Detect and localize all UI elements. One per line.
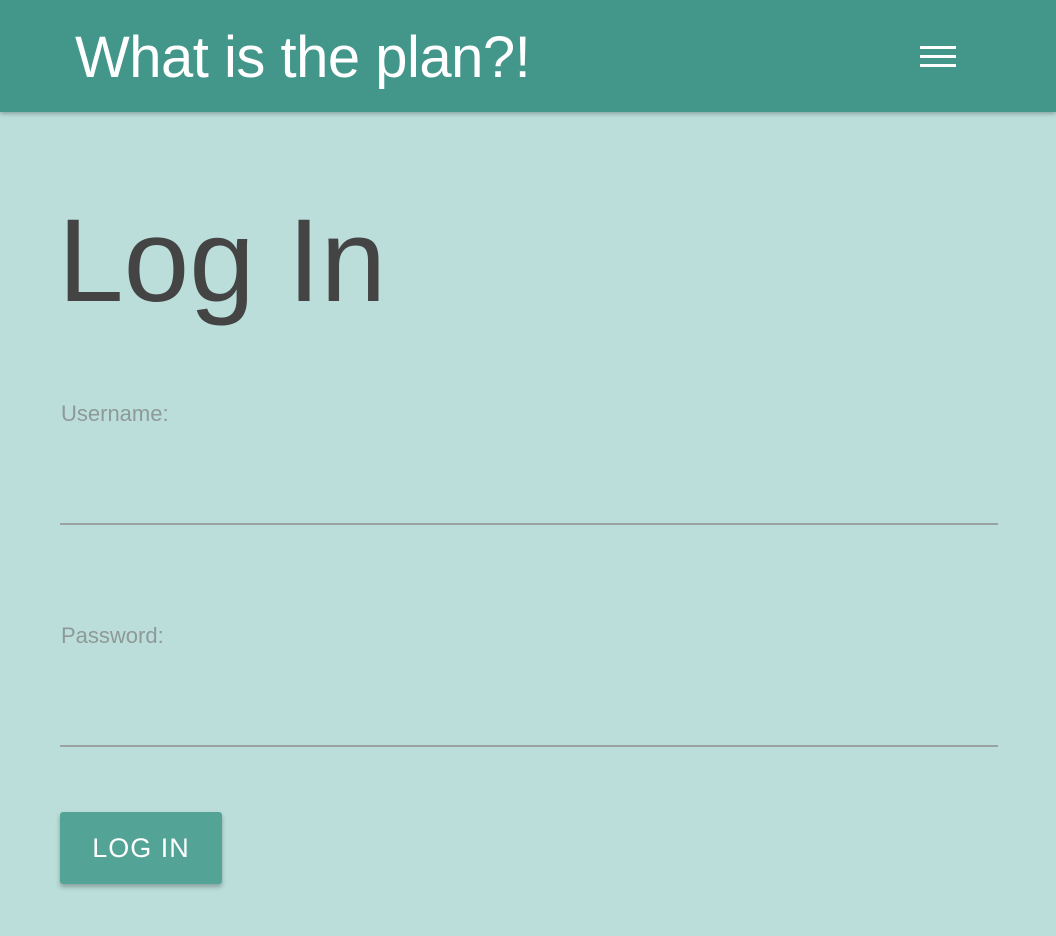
navbar: What is the plan?! [0,0,1056,112]
password-input[interactable] [60,697,998,747]
username-label: Username: [61,401,169,426]
password-label: Password: [61,623,164,648]
menu-bar [920,54,956,58]
page-title: Log In [58,195,387,327]
brand-title[interactable]: What is the plan?! [75,26,531,90]
hamburger-menu-icon[interactable] [912,36,964,76]
username-input[interactable] [60,475,998,525]
login-button[interactable]: LOG IN [60,812,222,884]
menu-bar [920,63,956,67]
menu-bar [920,45,956,49]
